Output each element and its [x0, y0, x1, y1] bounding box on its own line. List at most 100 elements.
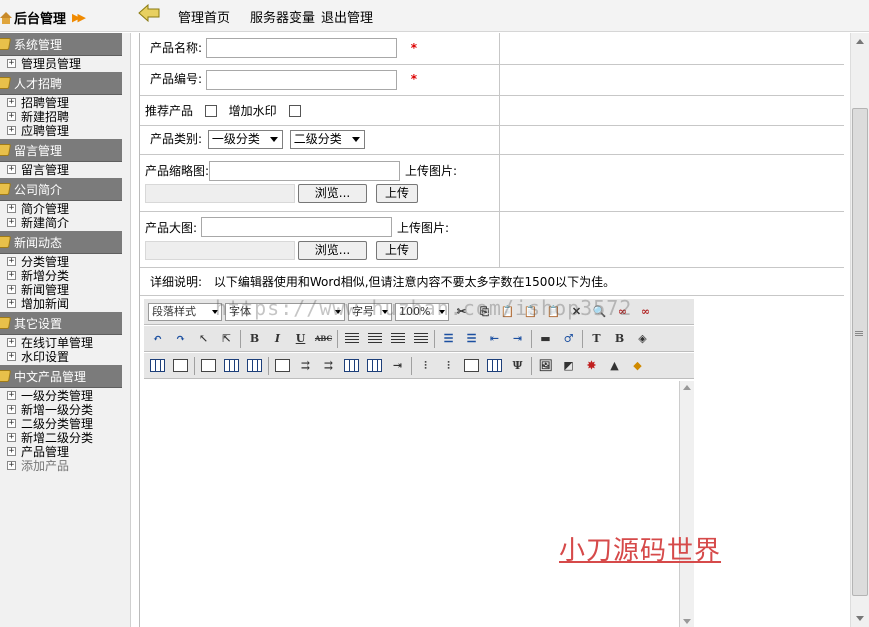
editor-scrollbar[interactable] [680, 381, 694, 627]
delete-row-icon[interactable] [342, 356, 361, 375]
justify-icon[interactable] [411, 329, 430, 348]
horizontal-rule-icon[interactable]: ▬ [536, 329, 555, 348]
home-icon [0, 11, 12, 24]
sidebar-item[interactable]: + 应聘管理 [0, 123, 130, 138]
cell-properties-icon[interactable] [273, 356, 292, 375]
paragraph-style-select[interactable]: 段落样式 [148, 302, 222, 321]
table-edit-icon[interactable] [245, 356, 264, 375]
sidebar-section-header[interactable]: 留言管理 [0, 139, 122, 162]
big-image-browse-button[interactable]: 浏览... [298, 240, 367, 260]
align-right-icon[interactable] [388, 329, 407, 348]
insert-row-icon[interactable]: ⇉ [296, 356, 315, 375]
delete-col-icon[interactable] [365, 356, 384, 375]
align-center-icon[interactable] [365, 329, 384, 348]
unlink-icon[interactable]: ∞ [636, 302, 655, 321]
background-color-icon[interactable]: B [610, 329, 629, 348]
sidebar-section-header[interactable]: 人才招聘 [0, 72, 122, 95]
delete-cell-icon[interactable] [485, 356, 504, 375]
toolbar-separator [268, 356, 269, 375]
thumb-upload-button[interactable]: 上传 [376, 184, 419, 203]
table-properties-icon[interactable] [171, 356, 190, 375]
scroll-down-icon[interactable] [856, 616, 864, 621]
merge-cells-icon[interactable]: ⇥ [388, 356, 407, 375]
thumb-input[interactable] [209, 160, 401, 181]
scroll-down-icon[interactable] [683, 619, 691, 624]
watermark-checkbox[interactable] [288, 105, 301, 117]
insert-cell-icon[interactable] [462, 356, 481, 375]
category1-select[interactable]: 一级分类 [207, 130, 283, 149]
table-icon[interactable] [148, 356, 167, 375]
toolbar-separator [582, 329, 583, 348]
sidebar-item[interactable]: + 留言管理 [0, 162, 130, 177]
nav-server-vars-link[interactable]: 服务器变量 [250, 7, 315, 26]
bold-icon[interactable]: B [245, 329, 264, 348]
underline-icon[interactable]: U [291, 329, 310, 348]
sidebar-item[interactable]: + 水印设置 [0, 349, 130, 364]
row-big-image-extra [499, 211, 844, 268]
row-flags-extra [499, 95, 844, 126]
category2-select[interactable]: 二级分类 [289, 130, 365, 149]
pointer-icon[interactable]: ↖ [194, 329, 213, 348]
scroll-up-icon[interactable] [683, 385, 691, 390]
insert-col-icon[interactable]: ⇉ [319, 356, 338, 375]
sidebar-section-header[interactable]: 公司简介 [0, 178, 122, 201]
thumb-file-input[interactable] [145, 184, 295, 203]
expand-plus-icon: + [7, 283, 16, 294]
sidebar-item[interactable]: + 新建简介 [0, 215, 130, 230]
split-row-icon[interactable]: ⫶ [439, 356, 458, 375]
sidebar-section-header[interactable]: 新闻动态 [0, 231, 122, 254]
scroll-up-icon[interactable] [856, 39, 864, 44]
page-scrollbar[interactable] [850, 33, 869, 627]
back-arrow-icon[interactable] [138, 4, 160, 22]
expand-plus-icon: + [7, 202, 16, 213]
insert-table-icon[interactable] [222, 356, 241, 375]
anchor-icon[interactable]: ◆ [628, 356, 647, 375]
indent-icon[interactable]: ⇥ [508, 329, 527, 348]
toolbar-separator [531, 329, 532, 348]
recommend-checkbox[interactable] [204, 105, 217, 117]
text-color-icon[interactable]: T [587, 329, 606, 348]
scroll-thumb[interactable] [852, 108, 868, 596]
file-icon[interactable]: ▲ [605, 356, 624, 375]
flash-icon[interactable]: ◩ [559, 356, 578, 375]
sidebar: 系统管理 + 管理员管理 人才招聘 + 招聘管理 + 新建招聘 + 应聘管理 留言管理 + 留言管理 公司… [0, 33, 131, 627]
folder-icon [0, 370, 12, 382]
fill-icon[interactable]: ◈ [633, 329, 652, 348]
expand-plus-icon: + [7, 124, 16, 135]
unordered-list-icon[interactable]: ☰ [462, 329, 481, 348]
thumb-browse-button[interactable]: 浏览... [298, 184, 367, 203]
form-icon[interactable] [199, 356, 218, 375]
undo-icon[interactable]: ↶ [148, 329, 167, 348]
sidebar-item[interactable]: + 管理员管理 [0, 56, 130, 71]
media-icon[interactable]: ✸ [582, 356, 601, 375]
big-image-upload-button[interactable]: 上传 [376, 240, 419, 260]
sidebar-item[interactable]: + 添加产品 [0, 458, 130, 473]
required-mark: * [410, 40, 417, 55]
nav-logout-link[interactable]: 退出管理 [321, 7, 373, 26]
product-name-input[interactable] [205, 38, 397, 59]
select-icon[interactable]: ⇱ [217, 329, 236, 348]
big-image-upload-label: 上传图片: [397, 220, 450, 235]
nav-home-link[interactable]: 管理首页 [178, 7, 230, 26]
big-image-file-input[interactable] [145, 240, 295, 260]
outdent-icon[interactable]: ⇤ [485, 329, 504, 348]
row-category: 产品类别: 一级分类 二级分类 [140, 125, 500, 155]
sidebar-section-header[interactable]: 系统管理 [0, 33, 122, 56]
product-code-input[interactable] [205, 69, 397, 90]
split-col-icon[interactable]: Ψ [508, 356, 527, 375]
redo-icon[interactable]: ↷ [171, 329, 190, 348]
ordered-list-icon[interactable]: ☰ [439, 329, 458, 348]
detail-label: 详细说明: [150, 274, 203, 289]
align-left-icon[interactable] [342, 329, 361, 348]
sidebar-section-header[interactable]: 中文产品管理 [0, 365, 122, 388]
special-char-icon[interactable]: ♂ [559, 329, 578, 348]
editor-content-area[interactable] [144, 381, 680, 627]
image-icon[interactable]: 🖼 [536, 356, 555, 375]
big-image-input[interactable] [201, 217, 393, 237]
detail-note: 以下编辑器使用和Word相似,但请注意内容不要太多字数在1500以下为佳。 [213, 274, 616, 289]
strikethrough-icon[interactable]: ABC [314, 329, 333, 348]
split-cell-icon[interactable]: ⫶ [416, 356, 435, 375]
sidebar-item[interactable]: + 增加新闻 [0, 296, 130, 311]
sidebar-section-header[interactable]: 其它设置 [0, 312, 122, 335]
italic-icon[interactable]: I [268, 329, 287, 348]
